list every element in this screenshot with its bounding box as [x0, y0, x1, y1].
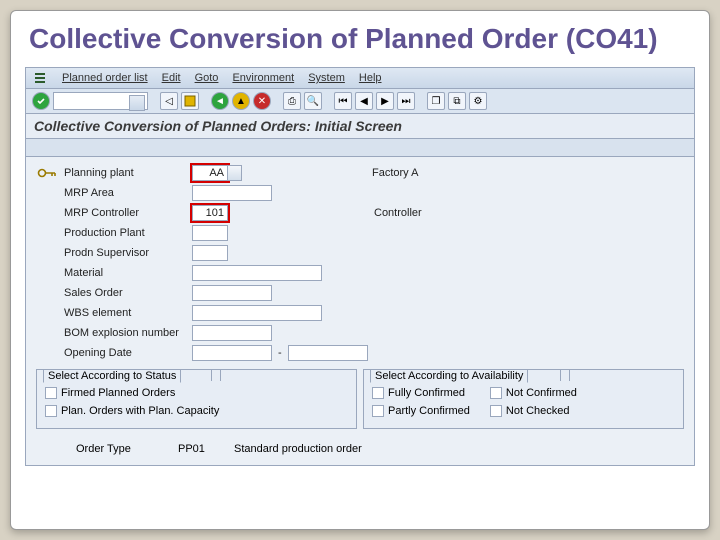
bom-expl-label: BOM explosion number — [64, 327, 192, 339]
enter-button[interactable] — [32, 92, 50, 110]
firmed-checkbox[interactable] — [45, 387, 57, 399]
group-status: Select According to Status Firmed Planne… — [36, 369, 357, 429]
group-row: Select According to Status Firmed Planne… — [36, 369, 684, 429]
material-input[interactable] — [192, 265, 322, 281]
firmed-label: Firmed Planned Orders — [61, 387, 175, 399]
wbs-element-input[interactable] — [192, 305, 322, 321]
app-menu-icon[interactable] — [32, 71, 48, 85]
shortcut-icon[interactable]: ⧉ — [448, 92, 466, 110]
production-plant-input[interactable] — [192, 225, 228, 241]
prodn-supervisor-input[interactable] — [192, 245, 228, 261]
slide: Collective Conversion of Planned Order (… — [10, 10, 710, 530]
group-status-title: Select According to Status — [43, 369, 181, 383]
opening-date-to-input[interactable] — [288, 345, 368, 361]
order-type-desc: Standard production order — [234, 443, 362, 455]
menu-planned-order-list[interactable]: Planned order list — [62, 72, 148, 84]
not-checked-label: Not Checked — [506, 405, 570, 417]
group-availability: Select According to Availability Fully C… — [363, 369, 684, 429]
mrp-area-input[interactable] — [192, 185, 272, 201]
fully-confirmed-label: Fully Confirmed — [388, 387, 465, 399]
menu-system[interactable]: System — [308, 72, 345, 84]
capacity-label: Plan. Orders with Plan. Capacity — [61, 405, 219, 417]
first-page-icon[interactable]: ⏮ — [334, 92, 352, 110]
print-icon[interactable]: ⎙ — [283, 92, 301, 110]
planning-plant-label: Planning plant — [64, 167, 192, 179]
menu-edit[interactable]: Edit — [162, 72, 181, 84]
screen-title: Collective Conversion of Planned Orders:… — [26, 114, 694, 139]
nav-exit-icon[interactable]: ▲ — [232, 92, 250, 110]
mrp-controller-desc: Controller — [374, 207, 422, 219]
production-plant-label: Production Plant — [64, 227, 192, 239]
partly-confirmed-checkbox[interactable] — [372, 405, 384, 417]
not-confirmed-label: Not Confirmed — [506, 387, 577, 399]
fully-confirmed-checkbox[interactable] — [372, 387, 384, 399]
nav-back-icon[interactable]: ◄ — [211, 92, 229, 110]
next-page-icon[interactable]: ▶ — [376, 92, 394, 110]
order-type-input[interactable]: PP01 — [178, 443, 222, 455]
planning-plant-input[interactable]: AA — [192, 165, 228, 181]
mrp-controller-input[interactable]: 101 — [192, 205, 228, 221]
last-page-icon[interactable]: ⏭ — [397, 92, 415, 110]
create-session-icon[interactable]: ❐ — [427, 92, 445, 110]
opening-date-sep: - — [278, 347, 282, 359]
menu-help[interactable]: Help — [359, 72, 382, 84]
not-checked-checkbox[interactable] — [490, 405, 502, 417]
capacity-checkbox[interactable] — [45, 405, 57, 417]
group-status-tab-icon — [211, 369, 221, 381]
planning-plant-help-icon[interactable] — [228, 165, 242, 181]
menubar: Planned order list Edit Goto Environment… — [26, 68, 694, 89]
mrp-area-label: MRP Area — [64, 187, 192, 199]
app-toolbar — [26, 139, 694, 157]
mrp-controller-label: MRP Controller — [64, 207, 192, 219]
nav-cancel-icon[interactable]: ✕ — [253, 92, 271, 110]
opening-date-label: Opening Date — [64, 347, 192, 359]
planning-plant-desc: Factory A — [372, 167, 418, 179]
material-label: Material — [64, 267, 192, 279]
order-type-label: Order Type — [76, 443, 166, 455]
group-availability-tab-icon — [560, 369, 570, 381]
prev-page-icon[interactable]: ◀ — [355, 92, 373, 110]
group-availability-title: Select According to Availability — [370, 369, 528, 383]
opening-date-from-input[interactable] — [192, 345, 272, 361]
key-icon — [36, 164, 58, 182]
local-layout-icon[interactable]: ⚙ — [469, 92, 487, 110]
partly-confirmed-label: Partly Confirmed — [388, 405, 470, 417]
form-area: Planning plant AA Factory A MRP Area MRP… — [26, 157, 694, 465]
toolbar: ◁ ◄ ▲ ✕ ⎙ 🔍 ⏮ ◀ ▶ ⏭ ❐ ⧉ ⚙ — [26, 89, 694, 114]
command-field[interactable] — [53, 92, 148, 110]
sales-order-label: Sales Order — [64, 287, 192, 299]
sales-order-input[interactable] — [192, 285, 272, 301]
back-icon[interactable]: ◁ — [160, 92, 178, 110]
wbs-element-label: WBS element — [64, 307, 192, 319]
slide-title: Collective Conversion of Planned Order (… — [11, 11, 709, 63]
prodn-supervisor-label: Prodn Supervisor — [64, 247, 192, 259]
find-icon[interactable]: 🔍 — [304, 92, 322, 110]
bom-expl-input[interactable] — [192, 325, 272, 341]
sap-window: Planned order list Edit Goto Environment… — [25, 67, 695, 466]
not-confirmed-checkbox[interactable] — [490, 387, 502, 399]
menu-environment[interactable]: Environment — [232, 72, 294, 84]
save-icon[interactable] — [181, 92, 199, 110]
menu-goto[interactable]: Goto — [195, 72, 219, 84]
